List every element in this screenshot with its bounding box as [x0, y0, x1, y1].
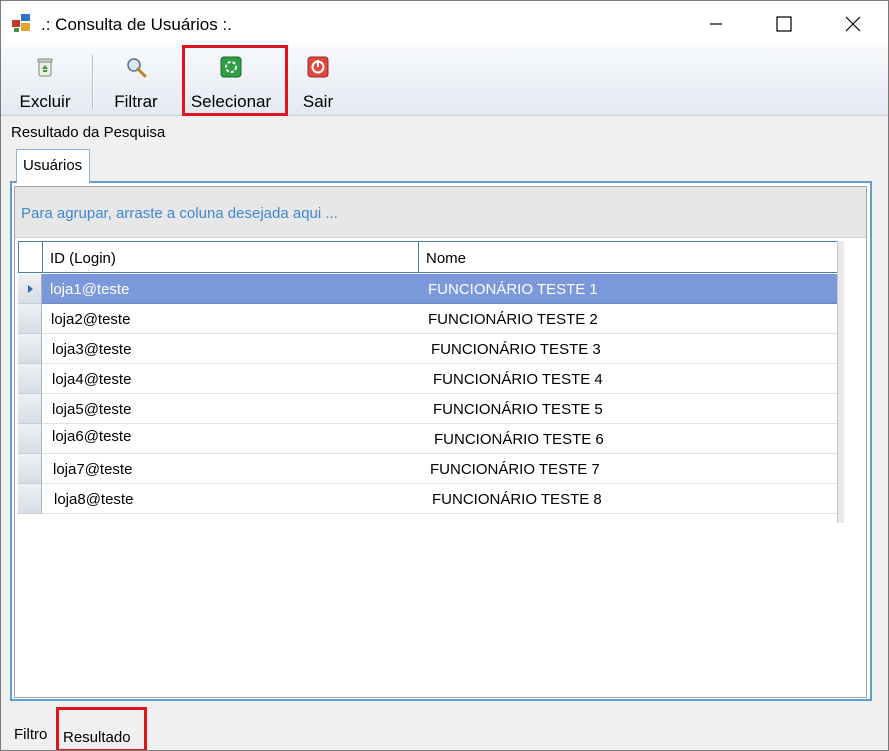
tab-filtro[interactable]: Filtro [14, 726, 47, 743]
close-icon [845, 16, 861, 32]
toolbar: Excluir Filtrar Selecionar Sair [1, 47, 888, 116]
app-icon [12, 14, 30, 32]
title-bar: .: Consulta de Usuários :. [1, 1, 888, 47]
window-title: .: Consulta de Usuários :. [41, 15, 232, 34]
cell-nome: FUNCIONÁRIO TESTE 8 [419, 484, 840, 514]
table-row[interactable]: loja2@teste FUNCIONÁRIO TESTE 2 [18, 304, 840, 334]
cell-id: loja7@teste [42, 454, 419, 484]
table-row[interactable]: loja5@teste FUNCIONÁRIO TESTE 5 [18, 394, 840, 424]
users-grid: ID (Login) Nome loja1@teste FUNCIONÁRIO … [18, 241, 840, 523]
row-selector[interactable] [18, 394, 42, 424]
maximize-button[interactable] [750, 1, 818, 47]
close-button[interactable] [819, 1, 887, 47]
grid-vertical-scrollbar[interactable] [837, 241, 844, 523]
row-header-corner [18, 241, 43, 273]
filtrar-button[interactable]: Filtrar [104, 53, 168, 113]
minimize-icon [710, 23, 722, 25]
cell-id: loja5@teste [42, 394, 419, 424]
row-selector[interactable] [18, 424, 42, 454]
row-selector[interactable] [18, 334, 42, 364]
group-title: Resultado da Pesquisa [11, 124, 166, 141]
group-by-hint: Para agrupar, arraste a coluna desejada … [21, 205, 338, 222]
sair-label: Sair [302, 92, 334, 111]
column-header-nome-label: Nome [426, 250, 467, 267]
excluir-button[interactable]: Excluir [13, 53, 77, 113]
row-selector[interactable] [18, 454, 42, 484]
selecionar-highlight-box [182, 45, 288, 116]
cell-nome: FUNCIONÁRIO TESTE 5 [419, 394, 840, 424]
group-by-panel[interactable]: Para agrupar, arraste a coluna desejada … [15, 187, 866, 238]
table-row[interactable]: loja7@teste FUNCIONÁRIO TESTE 7 [18, 454, 840, 484]
sair-button[interactable]: Sair [291, 53, 345, 113]
resultado-highlight-box [56, 707, 147, 750]
current-row-arrow-icon [28, 285, 33, 293]
recycle-bin-icon [37, 58, 53, 77]
column-header-nome[interactable]: Nome [418, 241, 840, 273]
table-row[interactable]: loja3@teste FUNCIONÁRIO TESTE 3 [18, 334, 840, 364]
consulta-usuarios-window: .: Consulta de Usuários :. Excluir Filtr… [0, 0, 889, 751]
cell-nome: FUNCIONÁRIO TESTE 6 [419, 424, 840, 454]
filtrar-label: Filtrar [114, 92, 158, 111]
column-header-id[interactable]: ID (Login) [42, 241, 419, 273]
toolbar-separator [92, 55, 94, 109]
cell-id: loja3@teste [42, 334, 419, 364]
cell-id: loja4@teste [42, 364, 419, 394]
cell-nome: FUNCIONÁRIO TESTE 2 [419, 304, 840, 334]
row-selector[interactable] [18, 304, 42, 334]
users-grid-area: Para agrupar, arraste a coluna desejada … [14, 186, 867, 698]
row-selector[interactable] [18, 274, 42, 304]
tab-usuarios[interactable]: Usuários [16, 149, 90, 183]
cell-nome: FUNCIONÁRIO TESTE 4 [419, 364, 840, 394]
cell-nome: FUNCIONÁRIO TESTE 7 [419, 454, 840, 484]
tab-filtro-label: Filtro [14, 726, 48, 743]
table-row[interactable]: loja1@teste FUNCIONÁRIO TESTE 1 [18, 274, 840, 304]
row-selector[interactable] [18, 484, 42, 514]
row-selector[interactable] [18, 364, 42, 394]
column-header-id-label: ID (Login) [50, 250, 116, 267]
power-icon [307, 56, 329, 78]
excluir-label: Excluir [19, 92, 71, 111]
cell-nome: FUNCIONÁRIO TESTE 3 [419, 334, 840, 364]
cell-id: loja2@teste [42, 304, 419, 334]
cell-id: loja1@teste [42, 274, 419, 304]
table-row[interactable]: loja8@teste FUNCIONÁRIO TESTE 8 [18, 484, 840, 514]
cell-id: loja6@teste [42, 424, 419, 454]
table-row[interactable]: loja4@teste FUNCIONÁRIO TESTE 4 [18, 364, 840, 394]
cell-nome: FUNCIONÁRIO TESTE 1 [419, 274, 840, 304]
cell-id: loja8@teste [42, 484, 419, 514]
maximize-icon [776, 16, 792, 32]
minimize-button[interactable] [682, 1, 750, 47]
magnifier-icon [127, 58, 147, 78]
tab-usuarios-label: Usuários [23, 157, 83, 174]
table-row[interactable]: loja6@teste FUNCIONÁRIO TESTE 6 [18, 424, 840, 454]
